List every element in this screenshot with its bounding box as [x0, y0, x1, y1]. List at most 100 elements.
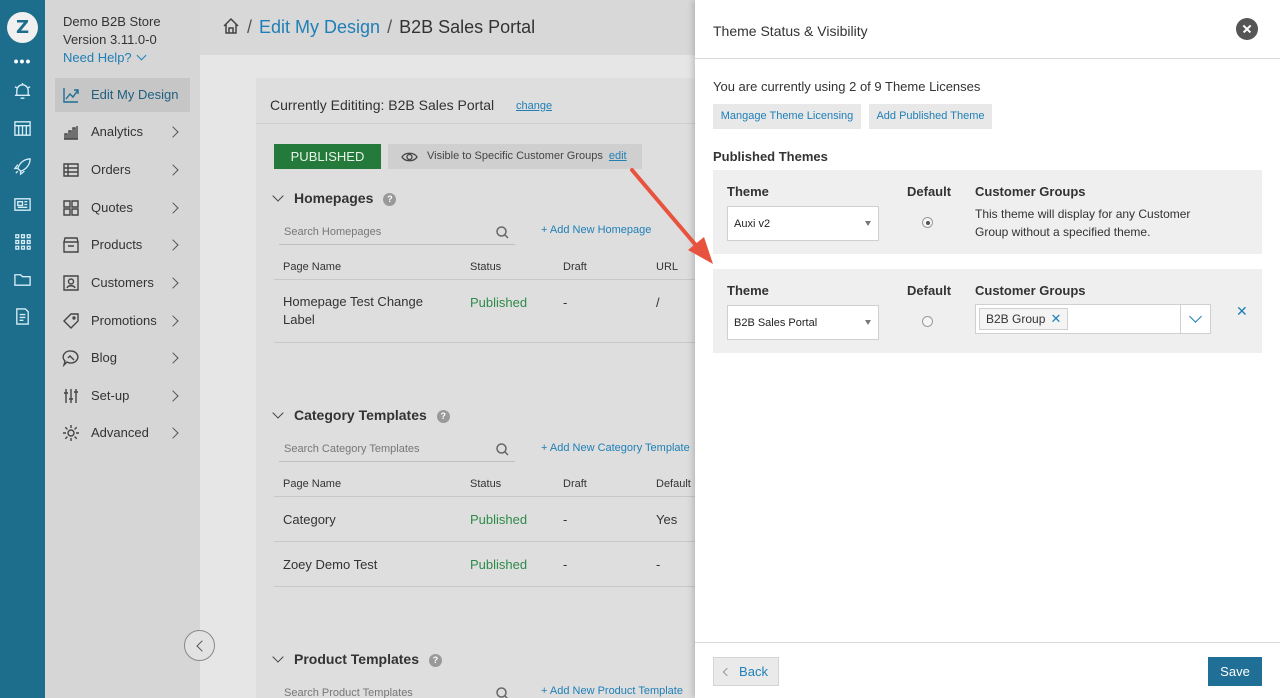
- search-homepages-input[interactable]: Search Homepages: [279, 221, 515, 245]
- column-header[interactable]: Draft: [563, 261, 587, 273]
- design-chart-icon: [62, 86, 80, 104]
- more-icon[interactable]: •••: [0, 53, 45, 69]
- caret-down-icon: [865, 320, 871, 325]
- add-published-theme-button[interactable]: Add Published Theme: [869, 104, 992, 129]
- chevron-right-icon: [167, 164, 179, 176]
- add-new-category-template-link[interactable]: + Add New Category Template: [541, 442, 690, 454]
- customer-group-tag-label: B2B Group: [986, 312, 1046, 326]
- theme-select[interactable]: B2B Sales Portal: [727, 305, 879, 340]
- newspaper-icon[interactable]: [13, 195, 32, 214]
- folder-icon[interactable]: [13, 270, 32, 289]
- category-default-cell: -: [656, 557, 661, 572]
- search-product-templates-input[interactable]: Search Product Templates: [279, 682, 515, 698]
- panel-footer: Back Save: [695, 642, 1280, 698]
- caret-down-icon: [865, 221, 871, 226]
- category-templates-section-header[interactable]: Category Templates?: [272, 407, 450, 423]
- divider: [274, 279, 700, 280]
- manage-theme-licensing-button[interactable]: Mangage Theme Licensing: [713, 104, 861, 129]
- nav-item-customers[interactable]: Customers: [55, 266, 190, 300]
- search-category-templates-input[interactable]: Search Category Templates: [279, 438, 515, 462]
- remove-theme-row-icon[interactable]: ✕: [1236, 303, 1248, 320]
- column-header[interactable]: Status: [470, 261, 501, 273]
- change-theme-link[interactable]: change: [516, 100, 552, 112]
- info-icon[interactable]: ?: [383, 193, 397, 206]
- divider: [274, 541, 700, 542]
- search-icon: [496, 687, 509, 698]
- divider: [274, 342, 700, 343]
- nav-item-advanced[interactable]: Advanced: [55, 416, 190, 450]
- nav-item-promotions[interactable]: Promotions: [55, 304, 190, 338]
- save-button[interactable]: Save: [1208, 657, 1262, 686]
- add-new-product-template-link[interactable]: + Add New Product Template: [541, 685, 683, 697]
- published-themes-heading: Published Themes: [713, 149, 828, 164]
- annotation-arrow: [630, 168, 713, 264]
- close-icon[interactable]: [1236, 18, 1258, 40]
- nav-item-blog[interactable]: Blog: [55, 341, 190, 375]
- rocket-icon[interactable]: [13, 157, 32, 176]
- zoey-logo-icon[interactable]: Z: [7, 12, 38, 43]
- nav-item-quotes[interactable]: Quotes: [55, 191, 190, 225]
- nav-item-products[interactable]: Products: [55, 228, 190, 262]
- breadcrumb-separator: /: [387, 17, 393, 37]
- document-icon[interactable]: [13, 307, 32, 326]
- column-header[interactable]: Page Name: [283, 261, 341, 273]
- breadcrumb: / Edit My Design / B2B Sales Portal: [222, 17, 535, 38]
- nav-item-orders[interactable]: Orders: [55, 153, 190, 187]
- homepage-draft-cell: -: [563, 295, 568, 310]
- column-header[interactable]: Page Name: [283, 478, 341, 490]
- customer-groups-column-label: Customer Groups: [975, 283, 1086, 298]
- chevron-right-icon: [167, 390, 179, 402]
- homepages-section-header[interactable]: Homepages?: [272, 190, 397, 206]
- column-header[interactable]: Default: [656, 478, 691, 490]
- chevron-down-icon[interactable]: [1180, 305, 1210, 333]
- nav-item-label: Orders: [91, 162, 131, 177]
- theme-select-value: Auxi v2: [734, 218, 771, 230]
- theme-select[interactable]: Auxi v2: [727, 206, 879, 241]
- category-name-cell[interactable]: Category: [283, 512, 336, 527]
- remove-tag-icon[interactable]: ✕: [1050, 309, 1061, 329]
- visibility-indicator: Visible to Specific Customer Groups edit: [388, 144, 642, 169]
- store-name: Demo B2B Store: [63, 14, 161, 29]
- alarm-icon[interactable]: [13, 82, 32, 101]
- homepage-name-cell[interactable]: Homepage Test Change Label: [283, 293, 443, 329]
- category-draft-cell: -: [563, 557, 568, 572]
- eye-icon: [401, 151, 418, 163]
- chat-bubble-icon: [62, 349, 80, 368]
- default-radio[interactable]: [922, 217, 933, 228]
- info-icon[interactable]: ?: [429, 654, 442, 667]
- column-header[interactable]: Draft: [563, 478, 587, 490]
- theme-status-panel: Theme Status & Visibility You are curren…: [695, 0, 1280, 698]
- section-title: Product Templates: [294, 651, 419, 667]
- customer-groups-note: This theme will display for any Customer…: [975, 207, 1191, 239]
- customers-card-icon: [62, 274, 80, 292]
- category-name-cell[interactable]: Zoey Demo Test: [283, 557, 377, 572]
- chevron-left-icon: [722, 667, 732, 677]
- visibility-text: Visible to Specific Customer Groups: [427, 150, 603, 162]
- chevron-right-icon: [167, 352, 179, 364]
- product-templates-section-header[interactable]: Product Templates?: [272, 651, 442, 667]
- home-icon[interactable]: [222, 17, 240, 35]
- nav-item-label: Blog: [91, 350, 118, 365]
- collapse-sidebar-button[interactable]: [184, 630, 215, 661]
- nav-item-set-up[interactable]: Set-up: [55, 379, 190, 413]
- gear-icon: [62, 424, 80, 442]
- need-help-link[interactable]: Need Help?: [63, 50, 147, 65]
- chevron-down-icon: [272, 651, 284, 663]
- panel-title: Theme Status & Visibility: [713, 23, 868, 39]
- section-title: Category Templates: [294, 407, 427, 423]
- back-button[interactable]: Back: [713, 657, 779, 686]
- chevron-down-icon: [272, 190, 284, 202]
- breadcrumb-edit-my-design[interactable]: Edit My Design: [259, 17, 380, 37]
- bar-chart-icon: [62, 123, 80, 141]
- need-help-label: Need Help?: [63, 50, 132, 65]
- nav-item-label: Advanced: [91, 425, 149, 440]
- storefront-icon[interactable]: [13, 119, 32, 138]
- info-icon[interactable]: ?: [436, 410, 450, 423]
- customer-groups-multiselect[interactable]: B2B Group ✕: [975, 304, 1211, 334]
- nav-item-analytics[interactable]: Analytics: [55, 115, 190, 149]
- nav-item-edit-my-design[interactable]: Edit My Design: [55, 78, 190, 112]
- category-status-cell: Published: [470, 557, 528, 572]
- column-header[interactable]: Status: [470, 478, 501, 490]
- default-radio[interactable]: [922, 316, 933, 327]
- apps-grid-icon[interactable]: [13, 232, 32, 251]
